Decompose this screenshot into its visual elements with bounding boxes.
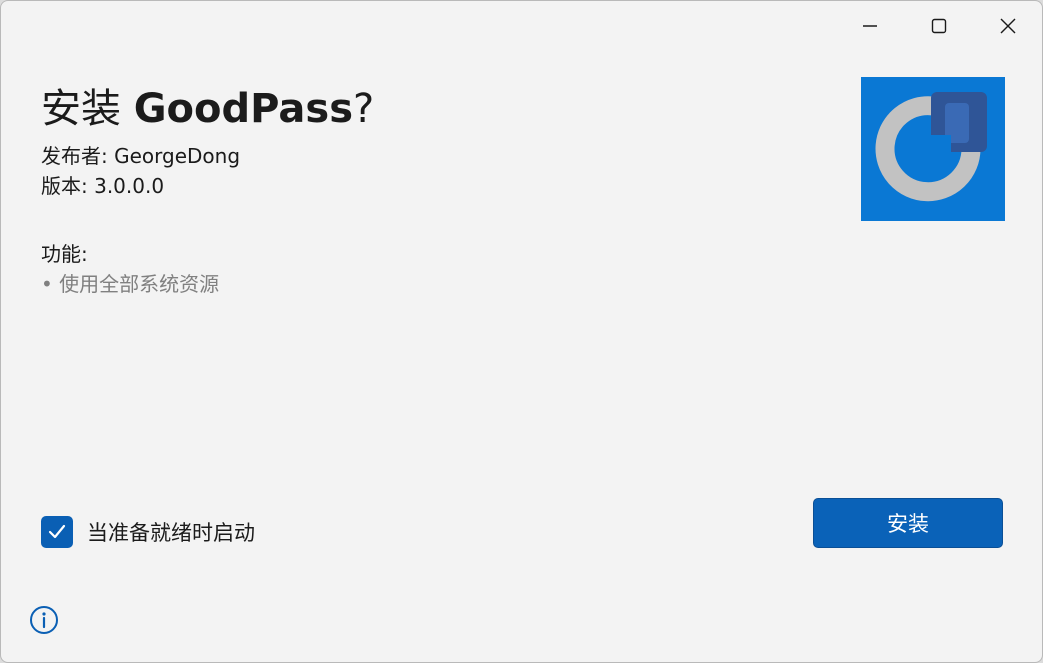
capabilities-heading: 功能: (41, 242, 88, 266)
install-title: 安装 GoodPass? (41, 83, 374, 135)
launch-when-ready-label: 当准备就绪时启动 (87, 521, 255, 545)
title-prefix: 安装 (41, 86, 134, 132)
title-bar-controls (835, 1, 1042, 51)
maximize-button[interactable] (904, 1, 973, 51)
close-icon (1000, 18, 1015, 34)
checkmark-icon (48, 524, 66, 539)
capability-item: • 使用全部系统资源 (41, 272, 220, 296)
publisher-text: 发布者: GeorgeDong (41, 144, 241, 168)
minimize-button[interactable] (835, 1, 904, 51)
launch-when-ready-option[interactable]: 当准备就绪时启动 (41, 516, 255, 548)
close-button[interactable] (973, 1, 1042, 51)
installer-window: 安装 GoodPass? 发布者: GeorgeDong 版本: 3.0.0.0… (0, 0, 1043, 663)
info-button[interactable] (29, 605, 59, 635)
minimize-icon (862, 25, 877, 27)
goodpass-logo-icon (861, 77, 1005, 221)
title-suffix: ? (353, 86, 375, 132)
app-logo (861, 77, 1005, 221)
install-button[interactable]: 安装 (813, 498, 1003, 548)
launch-when-ready-checkbox[interactable] (41, 516, 73, 548)
info-icon (30, 606, 58, 634)
maximize-icon (931, 18, 946, 34)
app-name: GoodPass (133, 86, 353, 132)
version-text: 版本: 3.0.0.0 (41, 174, 165, 198)
